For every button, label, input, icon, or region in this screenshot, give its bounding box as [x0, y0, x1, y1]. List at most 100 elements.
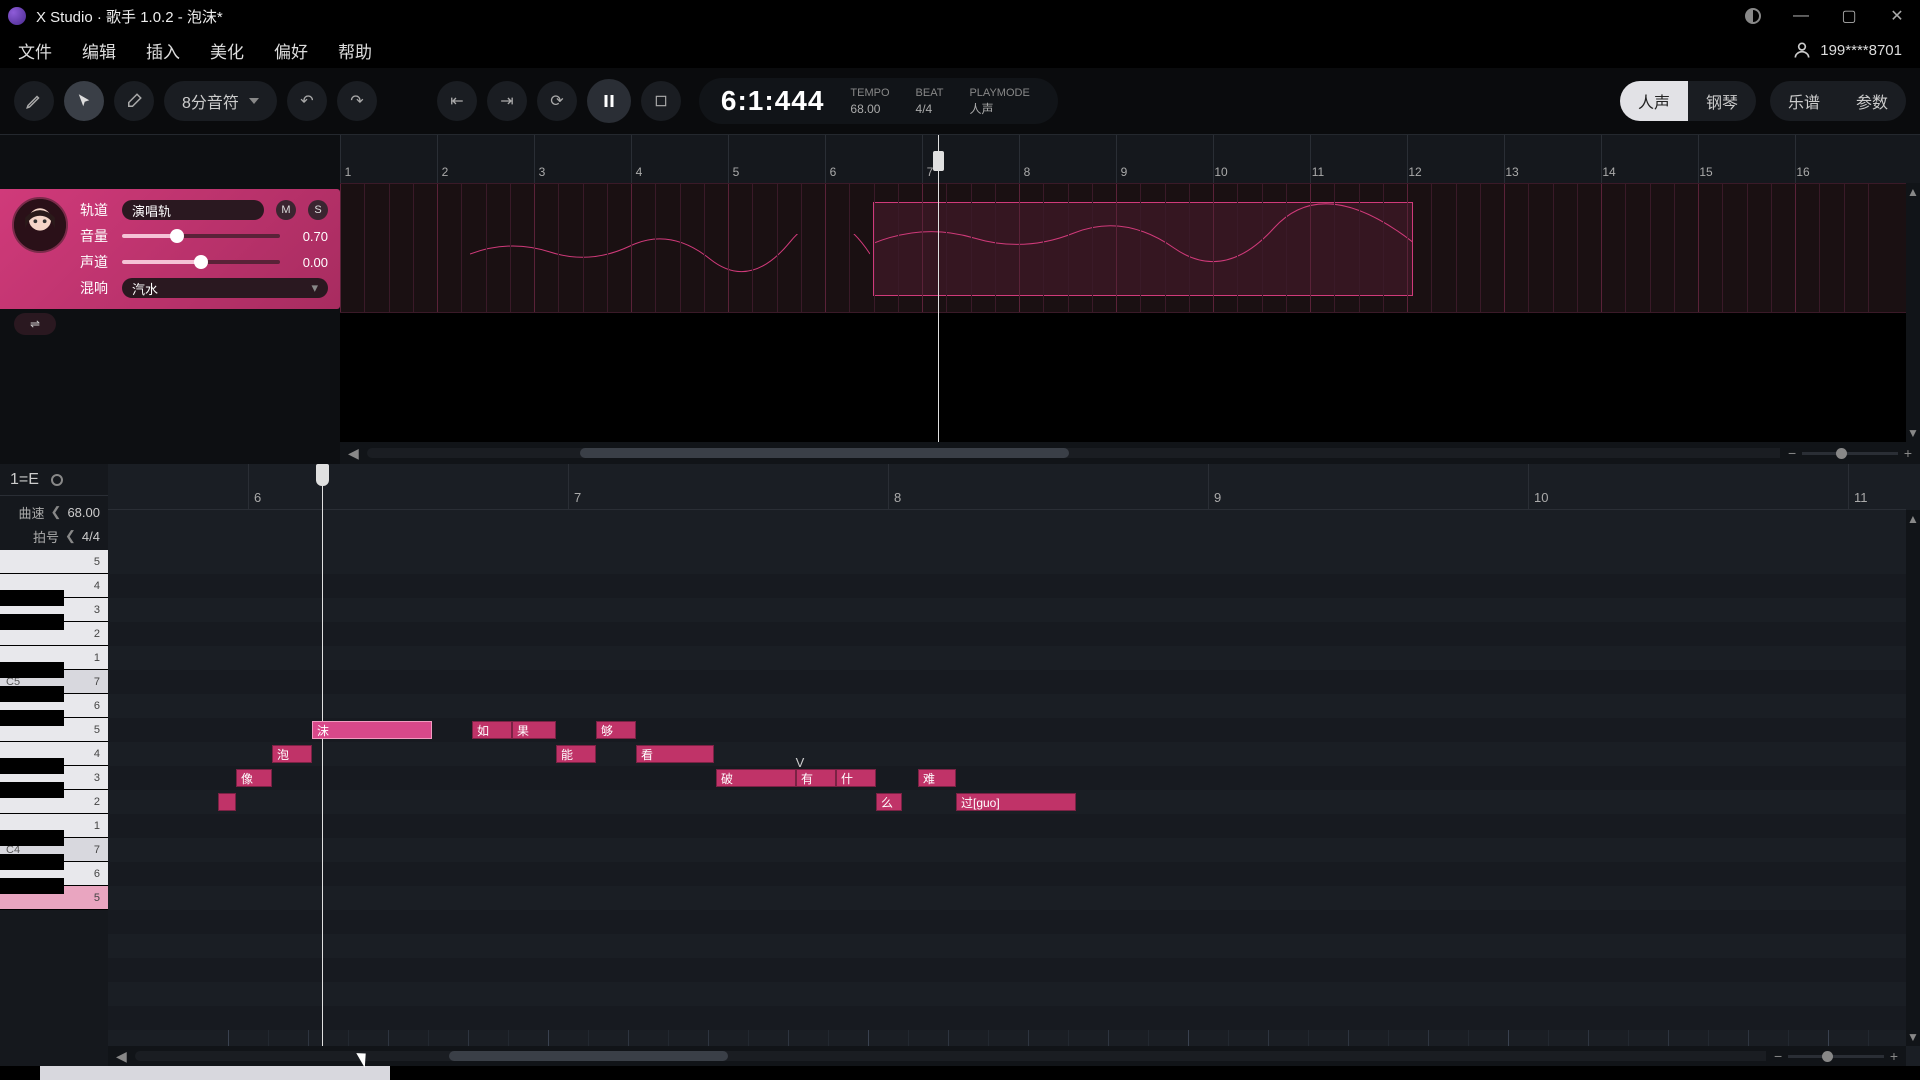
playmode-value[interactable]: 人声 — [969, 101, 1029, 117]
menu-beautify[interactable]: 美化 — [210, 38, 244, 63]
arrangement-hscroll[interactable]: ◀ ▶ — [340, 442, 1920, 464]
empty-lane[interactable] — [340, 313, 1906, 443]
pr-zoom-in-icon[interactable]: + — [1890, 1048, 1898, 1064]
piano-roll-hscroll[interactable]: ◀ ▶ — [108, 1046, 1906, 1066]
note[interactable]: 泡 — [272, 745, 312, 763]
key-mode-icon[interactable] — [51, 474, 63, 486]
piano-black-key[interactable] — [0, 830, 64, 846]
note[interactable]: 像 — [236, 769, 272, 787]
piano-black-key[interactable] — [0, 614, 64, 630]
seg-params[interactable]: 参数 — [1838, 81, 1906, 121]
eraser-tool[interactable] — [114, 81, 154, 121]
play-pause-button[interactable] — [587, 79, 631, 123]
zoom-out-icon[interactable]: − — [1788, 445, 1796, 461]
menu-help[interactable]: 帮助 — [338, 38, 372, 63]
pointer-tool[interactable] — [64, 81, 104, 121]
piano-black-key[interactable] — [0, 782, 64, 798]
piano-roll-vscroll[interactable]: ▲ ▼ — [1906, 510, 1920, 1046]
close-button[interactable]: ✕ — [1882, 1, 1912, 31]
piano-black-key[interactable] — [0, 662, 64, 678]
note[interactable]: 够 — [596, 721, 636, 739]
redo-button[interactable]: ↷ — [337, 81, 377, 121]
zoom-in-icon[interactable]: + — [1904, 445, 1912, 461]
theme-toggle[interactable] — [1738, 1, 1768, 31]
piano-roll: 1=E 曲速 ❮ 68.00 拍号 ❮ 4/4 543217C56543217C… — [0, 464, 1920, 1066]
piano-black-key[interactable] — [0, 590, 64, 606]
note[interactable]: 么 — [876, 793, 902, 811]
bottom-panel-tab[interactable] — [40, 1066, 390, 1080]
seg-piano[interactable]: 钢琴 — [1688, 81, 1756, 121]
piano-black-key[interactable] — [0, 878, 64, 894]
track-lane[interactable] — [340, 183, 1920, 313]
track-header[interactable]: 轨道 演唱轨 M S 音量 0.70 声道 0.00 混响 汽水▾ — [0, 189, 340, 309]
note[interactable]: 沫 — [312, 721, 432, 739]
track-clip[interactable] — [873, 202, 1413, 296]
reverb-select[interactable]: 汽水▾ — [122, 278, 328, 298]
note[interactable] — [218, 793, 236, 811]
piano-keyboard[interactable]: 543217C56543217C465 — [0, 550, 108, 1046]
arrangement-ruler[interactable]: 12345678910111213141516 — [340, 135, 1920, 183]
stop-button[interactable] — [641, 81, 681, 121]
transport-display: 6:1:444 TEMPO68.00 BEAT4/4 PLAYMODE人声 — [699, 78, 1058, 124]
piano-black-key[interactable] — [0, 686, 64, 702]
minimize-button[interactable]: — — [1786, 1, 1816, 31]
vscroll-up-icon[interactable]: ▲ — [1907, 183, 1919, 201]
menu-insert[interactable]: 插入 — [146, 38, 180, 63]
tempo-value[interactable]: 68.00 — [850, 101, 889, 117]
pr-scroll-left-icon[interactable]: ◀ — [116, 1048, 127, 1065]
piano-black-key[interactable] — [0, 710, 64, 726]
track-options-button[interactable]: ⇌ — [14, 313, 56, 335]
arrangement-vscroll[interactable]: ▲ ▼ — [1906, 183, 1920, 442]
pr-zoom-out-icon[interactable]: − — [1774, 1048, 1782, 1064]
piano-key[interactable]: 5 — [0, 550, 108, 574]
beat-value[interactable]: 4/4 — [916, 101, 944, 117]
note[interactable]: 破 — [716, 769, 796, 787]
pan-slider[interactable] — [122, 260, 280, 264]
arrangement-zoom[interactable]: − + — [1780, 442, 1920, 464]
quantize-select[interactable]: 8分音符 — [164, 81, 277, 121]
to-end-button[interactable]: ⇥ — [487, 81, 527, 121]
piano-black-key[interactable] — [0, 854, 64, 870]
seg-voice[interactable]: 人声 — [1620, 81, 1688, 121]
note[interactable]: 看 — [636, 745, 714, 763]
track-name-field[interactable]: 演唱轨 — [122, 200, 264, 220]
solo-button[interactable]: S — [308, 200, 328, 220]
pr-beat-value[interactable]: 4/4 — [82, 529, 100, 544]
note[interactable]: 能 — [556, 745, 596, 763]
pr-tempo-value[interactable]: 68.00 — [67, 505, 100, 520]
menu-file[interactable]: 文件 — [18, 38, 52, 63]
note[interactable]: 如 — [472, 721, 512, 739]
note[interactable]: 难 — [918, 769, 956, 787]
pr-tempo-label: 曲速 — [19, 503, 45, 522]
pr-vscroll-up-icon[interactable]: ▲ — [1907, 510, 1919, 528]
note[interactable]: 什 — [836, 769, 876, 787]
mute-button[interactable]: M — [276, 200, 296, 220]
piano-roll-playhead[interactable] — [322, 464, 323, 1046]
pencil-tool[interactable] — [14, 81, 54, 121]
note[interactable]: 果 — [512, 721, 556, 739]
volume-slider[interactable] — [122, 234, 280, 238]
piano-roll-sidebar: 1=E 曲速 ❮ 68.00 拍号 ❮ 4/4 543217C56543217C… — [0, 464, 108, 1066]
score-param-toggle[interactable]: 乐谱 参数 — [1770, 81, 1906, 121]
menu-preferences[interactable]: 偏好 — [274, 38, 308, 63]
menu-edit[interactable]: 编辑 — [82, 38, 116, 63]
voice-instrument-toggle[interactable]: 人声 钢琴 — [1620, 81, 1756, 121]
piano-roll-ruler[interactable]: 67891011 — [108, 464, 1906, 510]
loop-button[interactable]: ⟳ — [537, 81, 577, 121]
note[interactable]: 过[guo] — [956, 793, 1076, 811]
pr-vscroll-down-icon[interactable]: ▼ — [1907, 1028, 1919, 1046]
key-signature[interactable]: 1=E — [10, 471, 39, 489]
vscroll-down-icon[interactable]: ▼ — [1907, 424, 1919, 442]
maximize-button[interactable]: ▢ — [1834, 1, 1864, 31]
user-account[interactable]: 199****8701 — [1792, 40, 1902, 60]
arrangement-playhead[interactable] — [938, 135, 939, 464]
piano-black-key[interactable] — [0, 758, 64, 774]
seg-score[interactable]: 乐谱 — [1770, 81, 1838, 121]
singer-avatar[interactable] — [12, 197, 68, 253]
to-start-button[interactable]: ⇤ — [437, 81, 477, 121]
scroll-left-icon[interactable]: ◀ — [348, 445, 359, 462]
undo-button[interactable]: ↶ — [287, 81, 327, 121]
piano-roll-zoom[interactable]: − + — [1766, 1046, 1906, 1066]
breath-mark[interactable]: V — [792, 754, 808, 770]
note[interactable]: 有 — [796, 769, 836, 787]
